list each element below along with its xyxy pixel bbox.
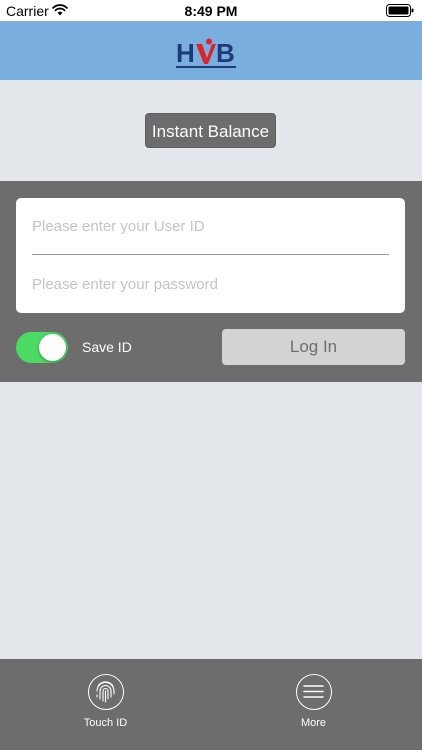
tab-touch-id[interactable]: Touch ID [0,659,211,750]
status-bar: Carrier 8:49 PM [0,0,422,21]
svg-text:H: H [176,38,195,68]
clock: 8:49 PM [184,3,238,19]
user-id-input[interactable] [32,206,389,246]
log-in-button[interactable]: Log In [222,329,405,365]
tab-more[interactable]: More [211,659,422,750]
tab-touch-id-label: Touch ID [83,717,128,729]
toggle-knob [39,334,66,361]
password-input[interactable] [32,264,389,304]
hvb-logo: H B [176,38,236,68]
fingerprint-icon [88,674,124,710]
credentials-card [16,198,405,313]
instant-balance-area: Instant Balance [0,80,422,181]
login-panel: Save ID Log In [0,181,422,382]
field-divider [32,254,389,255]
save-id-toggle[interactable] [16,332,68,363]
svg-text:B: B [216,38,235,68]
app-header: H B [0,21,422,80]
instant-balance-button[interactable]: Instant Balance [145,113,276,148]
menu-icon [296,674,332,710]
battery-icon [386,4,414,17]
save-id-label: Save ID [82,339,132,355]
tab-bar: Touch ID More [0,659,422,750]
tab-more-label: More [300,717,327,729]
